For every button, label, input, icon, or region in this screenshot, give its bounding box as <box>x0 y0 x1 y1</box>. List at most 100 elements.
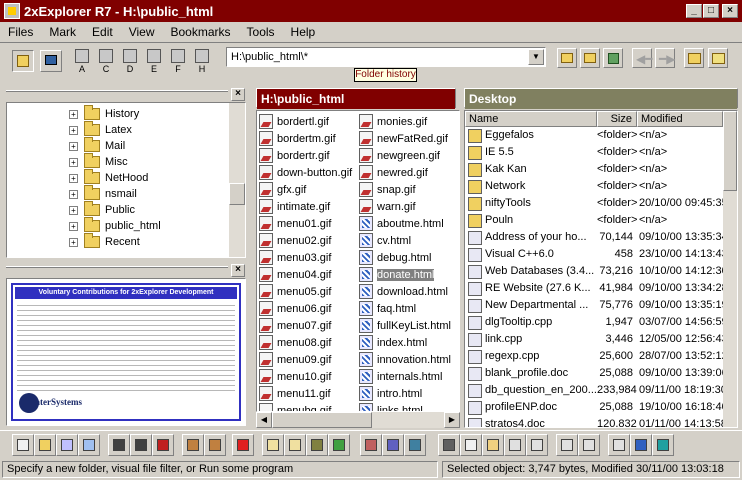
table-row[interactable]: profileENP.doc 25,088 19/10/00 16:18:40 <box>465 399 728 416</box>
folder-tree[interactable]: + History + Latex + Mail + Misc + NetHood + ns… <box>6 102 246 258</box>
drive-a-button[interactable]: A <box>72 48 92 78</box>
file-item[interactable]: donate.html <box>359 266 435 283</box>
scroll-left-button[interactable]: ◀ <box>256 412 272 428</box>
tools-button[interactable] <box>360 434 382 456</box>
column-name[interactable]: Name <box>465 111 597 127</box>
tree-item-history[interactable]: + History <box>69 105 139 122</box>
delete-button[interactable] <box>232 434 254 456</box>
file-item[interactable]: bordertl.gif <box>259 113 329 130</box>
file-item[interactable]: menu09.gif <box>259 351 331 368</box>
file-item[interactable]: intimate.gif <box>259 198 330 215</box>
go-up-button[interactable] <box>652 434 674 456</box>
expand-icon[interactable]: + <box>69 173 78 183</box>
expand-icon[interactable]: + <box>69 157 78 167</box>
file-item[interactable]: menu04.gif <box>259 266 331 283</box>
left-hscroll-thumb[interactable] <box>272 412 372 428</box>
column-modified[interactable]: Modified <box>637 111 723 127</box>
path-input[interactable]: H:\public_html\* <box>231 51 308 63</box>
expand-icon[interactable]: + <box>69 125 78 135</box>
file-item[interactable]: menu05.gif <box>259 283 331 300</box>
tree-item-latex[interactable]: + Latex <box>69 121 132 138</box>
file-item[interactable]: newFatRed.gif <box>359 130 448 147</box>
column-size[interactable]: Size <box>597 111 637 127</box>
file-item[interactable]: download.html <box>359 283 448 300</box>
table-row[interactable]: regexp.cpp 25,600 28/07/00 13:52:12 <box>465 348 728 365</box>
scroll-right-button[interactable]: ▶ <box>444 412 460 428</box>
file-item[interactable]: menubg.gif <box>259 402 331 411</box>
new-folder-button[interactable] <box>34 434 56 456</box>
expand-icon[interactable]: + <box>69 237 78 247</box>
table-row[interactable]: niftyTools <folder> 20/10/00 09:45:35 <box>465 195 728 212</box>
table-row[interactable]: Pouln <folder> <n/a> <box>465 212 721 229</box>
table-row[interactable]: stratos4.doc 120,832 01/11/00 14:13:58 <box>465 416 727 427</box>
invert-mark-button[interactable] <box>152 434 174 456</box>
menu-help[interactable]: Help <box>283 25 324 39</box>
tree-item-nsmail[interactable]: + nsmail <box>69 185 137 202</box>
tree-close-button[interactable]: × <box>231 88 245 101</box>
tree-scroll-thumb[interactable] <box>229 183 245 205</box>
file-item[interactable]: warn.gif <box>359 198 416 215</box>
file-item[interactable]: fullKeyList.html <box>359 317 451 334</box>
file-item[interactable]: newred.gif <box>359 164 428 181</box>
view-button[interactable] <box>262 434 284 456</box>
file-item[interactable]: index.html <box>359 334 427 351</box>
file-item[interactable]: newgreen.gif <box>359 147 440 164</box>
path-dropdown-button[interactable]: ▼ <box>528 49 544 65</box>
minimize-button[interactable]: _ <box>686 4 702 18</box>
tree-item-public-html[interactable]: + public_html <box>69 217 161 234</box>
forward-button[interactable]: ━▶ <box>655 48 675 68</box>
left-hscrollbar[interactable]: ◀ ▶ <box>256 412 460 428</box>
table-row[interactable]: link.cpp 3,446 12/05/00 12:56:43 <box>465 331 728 348</box>
table-row[interactable]: RE Website (27.6 K... 41,984 09/10/00 13:3… <box>465 280 728 297</box>
mark-button[interactable] <box>108 434 130 456</box>
table-row[interactable]: blank_profile.doc 25,088 09/10/00 13:39:06 <box>465 365 728 382</box>
details-button[interactable] <box>526 434 548 456</box>
tree-grip[interactable] <box>6 90 228 92</box>
unmark-button[interactable] <box>130 434 152 456</box>
refresh-button[interactable] <box>603 48 623 68</box>
table-row[interactable]: Visual C++6.0 458 23/10/00 14:13:43 <box>465 246 728 263</box>
larges-icon-button[interactable] <box>504 434 526 456</box>
table-row[interactable]: Address of your ho... 70,144 09/10/00 13:3… <box>465 229 728 246</box>
run-button[interactable] <box>404 434 426 456</box>
favorites-button[interactable] <box>708 48 728 68</box>
file-item[interactable]: bordertr.gif <box>259 147 330 164</box>
copy-button[interactable] <box>460 434 482 456</box>
file-item[interactable]: gfx.gif <box>259 181 306 198</box>
file-item[interactable]: aboutme.html <box>359 215 444 232</box>
file-item[interactable]: menu10.gif <box>259 368 331 385</box>
up-folder-button[interactable] <box>557 48 577 68</box>
back-button[interactable]: ◀━ <box>632 48 652 68</box>
right-scrollbar[interactable] <box>723 111 737 427</box>
file-item[interactable]: menu01.gif <box>259 215 331 232</box>
expand-icon[interactable]: + <box>69 141 78 151</box>
move-to-button[interactable] <box>204 434 226 456</box>
tree-item-recent[interactable]: + Recent <box>69 233 140 250</box>
file-item[interactable]: monies.gif <box>359 113 427 130</box>
table-row[interactable]: dlgTooltip.cpp 1,947 03/07/00 14:56:59 <box>465 314 728 331</box>
new-folder-button[interactable] <box>684 48 704 68</box>
drive-h-button[interactable]: H <box>192 48 212 78</box>
properties-button[interactable] <box>56 434 78 456</box>
tree-item-mail[interactable]: + Mail <box>69 137 125 154</box>
tree-toggle-button[interactable] <box>12 50 34 72</box>
preview-grip[interactable] <box>6 266 228 268</box>
menu-bookmarks[interactable]: Bookmarks <box>163 25 239 39</box>
file-item[interactable]: menu08.gif <box>259 334 331 351</box>
file-item[interactable]: faq.html <box>359 300 416 317</box>
menu-view[interactable]: View <box>121 25 163 39</box>
tree-item-misc[interactable]: + Misc <box>69 153 128 170</box>
zip-button[interactable] <box>306 434 328 456</box>
menu-tools[interactable]: Tools <box>239 25 283 39</box>
path-combobox[interactable]: H:\public_html\* ▼ <box>226 47 546 67</box>
menu-mark[interactable]: Mark <box>41 25 84 39</box>
table-row[interactable]: Kak Kan <folder> <n/a> <box>465 161 721 178</box>
table-row[interactable]: Eggefalos <folder> <n/a> <box>465 127 721 144</box>
close-button[interactable]: × <box>722 4 738 18</box>
file-item[interactable]: menu03.gif <box>259 249 331 266</box>
copy-to-button[interactable] <box>182 434 204 456</box>
file-item[interactable]: snap.gif <box>359 181 416 198</box>
sort-name-button[interactable] <box>556 434 578 456</box>
paste-button[interactable] <box>482 434 504 456</box>
cut-button[interactable] <box>438 434 460 456</box>
